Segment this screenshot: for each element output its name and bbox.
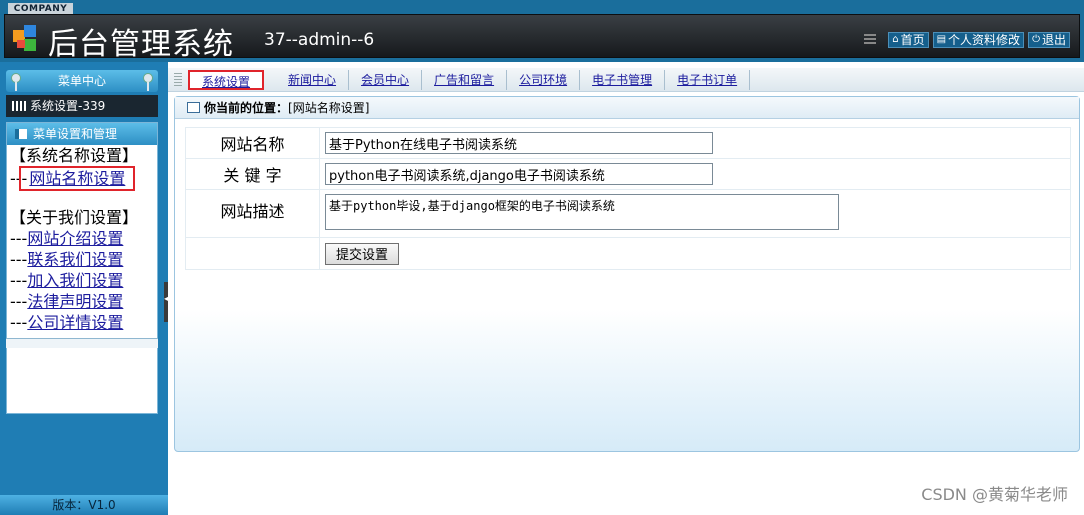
item-prefix: --- <box>10 229 28 248</box>
item-prefix: --- <box>10 313 28 332</box>
menu-center-label: 菜单中心 <box>57 74 106 88</box>
main-area: 系统设置 新闻中心 会员中心 广告和留言 公司环境 电子书管理 电子书订单 你当… <box>168 62 1084 515</box>
sidebar: 菜单中心 系统设置-339 菜单设置和管理 【系统名称设置】 --- 网站名称设置… <box>0 62 168 515</box>
item-prefix: --- <box>10 250 28 269</box>
pin-icon <box>11 73 21 91</box>
link-company-detail-settings[interactable]: 公司详情设置 <box>27 313 123 332</box>
keywords-label: 关 键 字 <box>185 158 320 190</box>
logo-cubes-icon <box>13 25 36 51</box>
site-name-label: 网站名称 <box>185 127 320 159</box>
version-label: 版本：V1.0 <box>0 495 168 515</box>
book-icon <box>15 129 27 139</box>
edit-profile-label: 个人资料修改 <box>948 33 1021 47</box>
item-prefix: --- <box>10 292 28 311</box>
tab-news-center[interactable]: 新闻中心 <box>276 69 350 90</box>
tab-system-settings[interactable]: 系统设置 <box>188 69 265 90</box>
edit-profile-button[interactable]: ▤ 个人资料修改 <box>932 32 1025 48</box>
document-icon <box>187 102 200 113</box>
description-label: 网站描述 <box>185 189 320 238</box>
breadcrumb-label: 你当前的位置： <box>204 101 289 115</box>
system-settings-label: 系统设置-339 <box>30 99 106 113</box>
user-info: 37--admin--6 <box>264 30 375 50</box>
tab-ebook-orders[interactable]: 电子书订单 <box>665 69 751 90</box>
sidebar-item-company-detail: ---公司详情设置 <box>7 312 157 333</box>
description-textarea[interactable]: 基于python毕设,基于django框架的电子书阅读系统 <box>325 193 839 230</box>
menu-center-header: 菜单中心 <box>6 70 158 92</box>
link-contact-settings[interactable]: 联系我们设置 <box>27 250 123 269</box>
home-icon: ⌂ <box>892 34 899 45</box>
system-settings-block[interactable]: 系统设置-339 <box>6 95 158 117</box>
sidebar-item-join: ---加入我们设置 <box>7 270 157 291</box>
link-join-settings[interactable]: 加入我们设置 <box>27 271 123 290</box>
tab-ebook-management[interactable]: 电子书管理 <box>580 69 666 90</box>
content-panel: 你当前的位置：[网站名称设置] 网站名称 关 键 字 网站描述 基于python… <box>174 96 1080 452</box>
settings-form: 网站名称 关 键 字 网站描述 基于python毕设,基于django框架的电子… <box>185 127 1071 270</box>
logout-label: 退出 <box>1041 33 1066 47</box>
top-nav: ⌂ 首页 ▤ 个人资料修改 ⏻ 退出 <box>864 32 1070 48</box>
watermark: CSDN @黄菊华老师 <box>921 485 1068 504</box>
tab-grip-icon <box>174 72 182 87</box>
top-header: COMPANY 后台管理系统 37--admin--6 ⌂ 首页 ▤ 个人资料修改 … <box>0 0 1084 62</box>
site-name-input[interactable] <box>325 132 713 154</box>
home-label: 首页 <box>900 33 925 47</box>
link-site-name-settings[interactable]: 网站名称设置 <box>29 169 125 188</box>
group-title-about-us: 【关于我们设置】 <box>10 208 139 227</box>
pin-icon <box>143 73 153 91</box>
logout-button[interactable]: ⏻ 退出 <box>1028 32 1070 48</box>
sidebar-item-site-name: --- 网站名称设置 <box>7 166 157 191</box>
menu-manage-header: 菜单设置和管理 <box>7 123 157 145</box>
link-site-intro-settings[interactable]: 网站介绍设置 <box>27 229 123 248</box>
grid-icon <box>12 101 26 111</box>
tab-bar: 系统设置 新闻中心 会员中心 广告和留言 公司环境 电子书管理 电子书订单 <box>168 68 1084 92</box>
link-legal-settings[interactable]: 法律声明设置 <box>27 292 123 311</box>
tab-ads-messages[interactable]: 广告和留言 <box>422 69 508 90</box>
keywords-input[interactable] <box>325 163 713 185</box>
empty-cell <box>185 237 320 270</box>
active-highlight: 网站名称设置 <box>19 166 136 191</box>
sidebar-item-legal: ---法律声明设置 <box>7 291 157 312</box>
tab-company-environment[interactable]: 公司环境 <box>507 69 581 90</box>
sidebar-item-contact: ---联系我们设置 <box>7 249 157 270</box>
home-button[interactable]: ⌂ 首页 <box>888 32 929 48</box>
submit-settings-button[interactable]: 提交设置 <box>325 242 400 265</box>
breadcrumb-value: [网站名称设置] <box>288 101 370 115</box>
sidebar-item-site-intro: ---网站介绍设置 <box>7 228 157 249</box>
app-title: 后台管理系统 <box>48 27 234 62</box>
menu-manage-label: 菜单设置和管理 <box>33 127 118 141</box>
group-title-system-name: 【系统名称设置】 <box>10 146 139 165</box>
power-icon: ⏻ <box>1032 34 1040 45</box>
tab-member-center[interactable]: 会员中心 <box>349 69 423 90</box>
menu-box: 菜单设置和管理 【系统名称设置】 --- 网站名称设置 【关于我们设置】 ---网… <box>6 122 158 414</box>
profile-icon: ▤ <box>936 34 947 45</box>
breadcrumb: 你当前的位置：[网站名称设置] <box>175 97 1079 119</box>
menu-foot <box>6 338 158 348</box>
item-prefix: --- <box>10 271 28 290</box>
menu-grip-icon <box>864 34 877 46</box>
